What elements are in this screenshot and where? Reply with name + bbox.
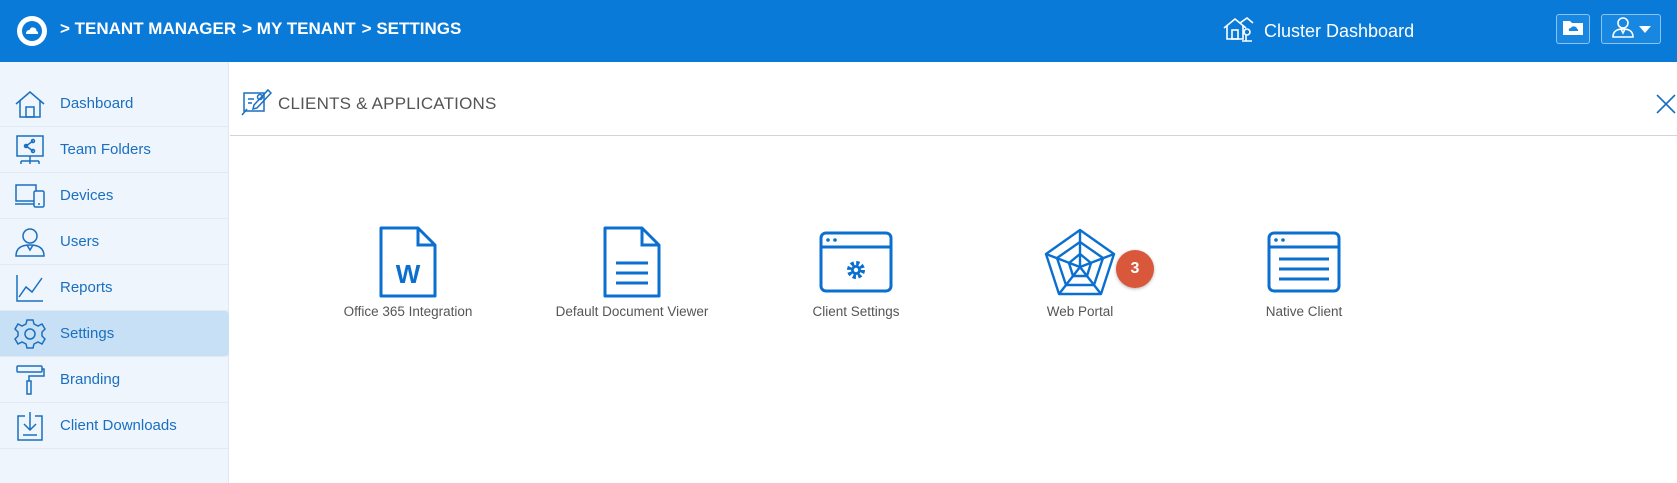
breadcrumb: > TENANT MANAGER > MY TENANT > SETTINGS bbox=[60, 19, 461, 39]
chevron-down-icon bbox=[1639, 25, 1651, 33]
web-icon bbox=[1040, 224, 1120, 300]
tile-label: Default Document Viewer bbox=[555, 304, 709, 319]
step-badge: 3 bbox=[1116, 250, 1154, 288]
tile-label: Office 365 Integration bbox=[343, 304, 473, 319]
cluster-dashboard-link[interactable]: Cluster Dashboard bbox=[1222, 15, 1414, 48]
sidebar-item-devices[interactable]: Devices bbox=[0, 173, 229, 219]
clients-applications-icon bbox=[240, 87, 273, 122]
sidebar-item-users[interactable]: Users bbox=[0, 219, 229, 265]
breadcrumb-my-tenant[interactable]: > MY TENANT bbox=[242, 19, 356, 39]
window-list-icon bbox=[1264, 224, 1344, 300]
tile-label: Web Portal bbox=[1046, 304, 1114, 319]
panel-title: CLIENTS & APPLICATIONS bbox=[278, 94, 497, 113]
sidebar-item-dashboard[interactable]: Dashboard bbox=[0, 81, 229, 127]
native-client-tile[interactable]: Native Client bbox=[1204, 222, 1404, 332]
default-document-viewer-tile[interactable]: Default Document Viewer bbox=[532, 222, 732, 332]
top-bar: > TENANT MANAGER > MY TENANT > SETTINGS … bbox=[0, 0, 1677, 62]
tile-label: Native Client bbox=[1265, 304, 1343, 319]
user-icon bbox=[13, 225, 47, 259]
devices-icon bbox=[13, 179, 47, 213]
gear-icon bbox=[13, 317, 47, 351]
app-logo-icon[interactable] bbox=[17, 16, 47, 46]
close-icon[interactable] bbox=[1654, 92, 1677, 116]
document-icon bbox=[592, 224, 672, 300]
sidebar-item-label: Client Downloads bbox=[60, 417, 177, 434]
panel-header: CLIENTS & APPLICATIONS bbox=[230, 62, 1677, 136]
svg-text:W: W bbox=[396, 259, 421, 289]
office-365-integration-tile[interactable]: W Office 365 Integration bbox=[308, 222, 508, 332]
sidebar-item-reports[interactable]: Reports bbox=[0, 265, 229, 311]
breadcrumb-settings[interactable]: > SETTINGS bbox=[362, 19, 462, 39]
shared-folder-icon bbox=[13, 133, 47, 167]
word-document-icon: W bbox=[368, 224, 448, 300]
user-icon bbox=[1611, 16, 1635, 43]
cluster-dashboard-label: Cluster Dashboard bbox=[1264, 21, 1415, 41]
client-settings-tile[interactable]: Client Settings bbox=[756, 222, 956, 332]
sidebar-item-settings[interactable]: Settings bbox=[0, 311, 229, 357]
paint-roller-icon bbox=[13, 363, 47, 397]
cloud-folder-button[interactable] bbox=[1556, 14, 1590, 44]
sidebar-item-label: Devices bbox=[60, 187, 114, 204]
tile-label: Client Settings bbox=[812, 304, 900, 319]
sidebar-item-team-folders[interactable]: Team Folders bbox=[0, 127, 229, 173]
cloud-folder-icon bbox=[1562, 18, 1584, 41]
breadcrumb-tenant-manager[interactable]: > TENANT MANAGER bbox=[60, 19, 236, 39]
chart-icon bbox=[13, 271, 47, 305]
sidebar-item-label: Dashboard bbox=[60, 95, 134, 112]
home-icon bbox=[13, 87, 47, 121]
sidebar: Dashboard Team Folders Devices Users Rep… bbox=[0, 62, 229, 483]
sidebar-item-branding[interactable]: Branding bbox=[0, 357, 229, 403]
sidebar-item-label: Reports bbox=[60, 279, 113, 296]
sidebar-item-label: Branding bbox=[60, 371, 121, 388]
sidebar-item-label: Team Folders bbox=[60, 141, 151, 158]
sidebar-item-client-downloads[interactable]: Client Downloads bbox=[0, 403, 229, 449]
sidebar-item-label: Users bbox=[60, 233, 100, 250]
download-icon bbox=[13, 409, 47, 443]
sidebar-item-label: Settings bbox=[60, 325, 115, 342]
user-menu-button[interactable] bbox=[1601, 14, 1661, 44]
cluster-home-icon bbox=[1222, 15, 1254, 48]
browser-gear-icon bbox=[816, 224, 896, 300]
